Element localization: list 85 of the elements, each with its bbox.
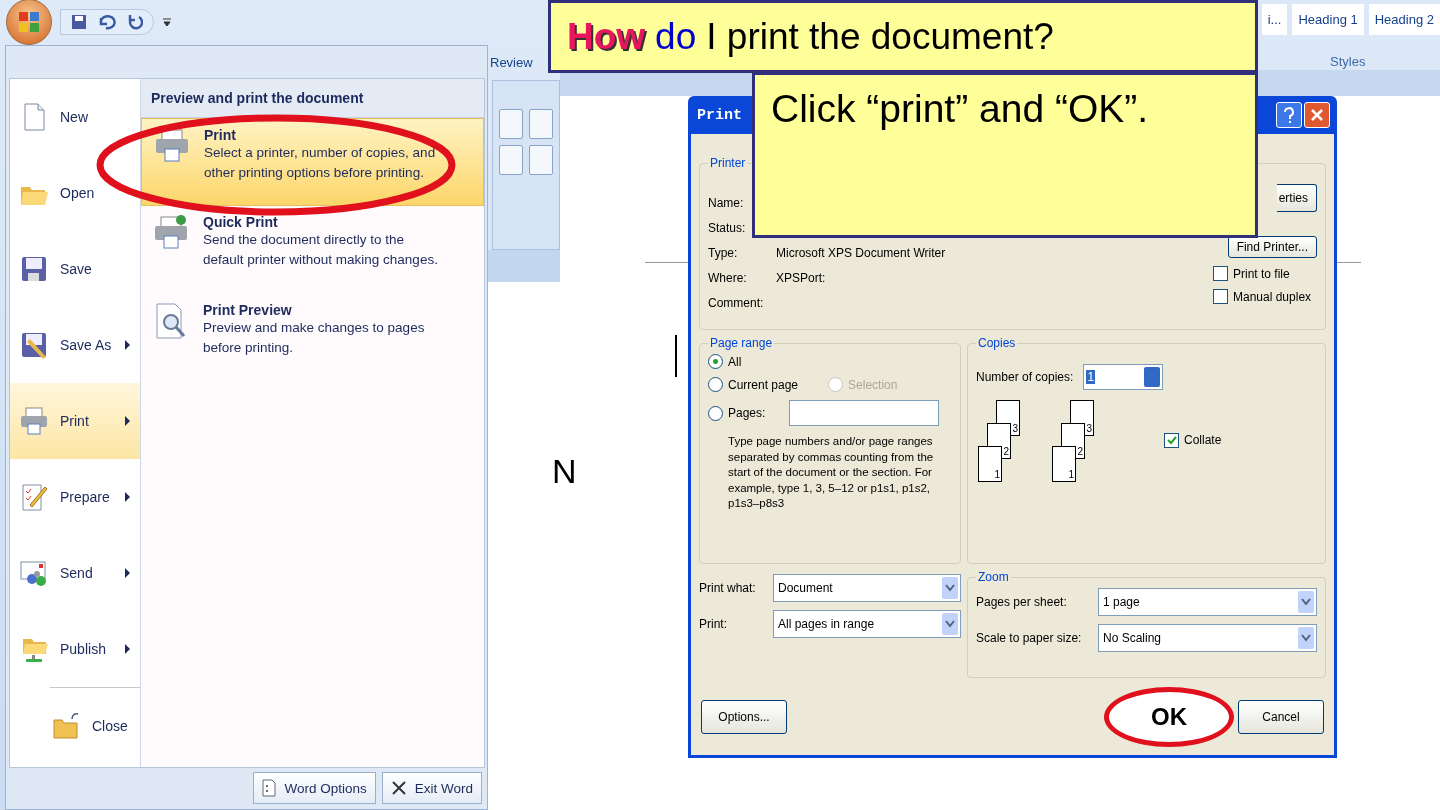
print-option[interactable]: Print Preview Preview and make changes to pages before printing. bbox=[141, 294, 484, 382]
field-label: Number of copies: bbox=[976, 370, 1074, 384]
group-label: Styles bbox=[1330, 54, 1366, 69]
field-value: Microsoft XPS Document Writer bbox=[776, 246, 946, 260]
page-stack-drawing: 3 2 1 bbox=[976, 400, 1020, 480]
checkbox-label: Manual duplex bbox=[1233, 289, 1312, 304]
checkbox-label: Print to file bbox=[1233, 266, 1290, 281]
dropdown[interactable]: No Scaling bbox=[1098, 624, 1317, 652]
print-option[interactable]: Quick Print Send the document directly to the default printer without making changes. bbox=[141, 206, 484, 294]
options-button[interactable]: Options... bbox=[701, 700, 787, 734]
field-label: Pages per sheet: bbox=[976, 595, 1068, 609]
callout-text: I print the document? bbox=[706, 15, 1054, 58]
group-label: Zoom bbox=[977, 570, 1010, 584]
menu-item[interactable]: Print bbox=[10, 383, 140, 459]
menu-item[interactable]: Send bbox=[10, 535, 140, 611]
menu-item[interactable]: Publish bbox=[10, 611, 140, 687]
style-gallery-item[interactable]: i... bbox=[1261, 4, 1288, 35]
dialog-title: Print bbox=[697, 106, 742, 124]
group-label: Copies bbox=[977, 336, 1017, 350]
office-button[interactable] bbox=[6, 0, 52, 45]
dropdown[interactable]: 1 page bbox=[1098, 588, 1317, 616]
radio-label: Selection bbox=[848, 377, 898, 392]
menu-item[interactable]: Open bbox=[10, 155, 140, 231]
radio-button[interactable] bbox=[708, 354, 723, 369]
menu-footer-button[interactable]: Exit Word bbox=[381, 772, 482, 804]
radio-label: Pages: bbox=[728, 406, 766, 420]
field-value: XPSPort: bbox=[776, 271, 826, 285]
menu-item[interactable]: New bbox=[10, 79, 140, 155]
cancel-button[interactable]: Cancel bbox=[1238, 700, 1324, 734]
redo-icon[interactable] bbox=[127, 14, 143, 30]
pages-field[interactable] bbox=[789, 400, 940, 426]
ribbon-tab[interactable]: Review bbox=[490, 55, 533, 70]
menu-item[interactable]: Save As bbox=[10, 307, 140, 383]
field-label: Name: bbox=[708, 196, 745, 210]
close-icon[interactable] bbox=[1304, 102, 1330, 128]
ok-button[interactable]: OK bbox=[1104, 687, 1234, 747]
checkbox[interactable] bbox=[1213, 266, 1228, 281]
ribbon-background bbox=[488, 250, 560, 282]
customize-menu-icon[interactable] bbox=[162, 16, 172, 28]
dialog-button[interactable]: erties bbox=[1276, 184, 1317, 212]
checkbox-label: Collate bbox=[1184, 433, 1222, 447]
document-text: N bbox=[552, 452, 577, 491]
ribbon-icon[interactable] bbox=[529, 145, 553, 175]
radio-label: Current page bbox=[728, 377, 799, 392]
radio-button[interactable] bbox=[708, 405, 723, 421]
menu-item[interactable]: Save bbox=[10, 231, 140, 307]
radio-button[interactable] bbox=[708, 377, 723, 392]
panel-title: Preview and print the document bbox=[141, 79, 484, 118]
style-gallery-item[interactable]: Heading 2 bbox=[1368, 4, 1440, 35]
dialog-button[interactable]: Find Printer... bbox=[1227, 236, 1317, 258]
menu-item[interactable]: Prepare bbox=[10, 459, 140, 535]
callout-text: Click “print” and “OK”. bbox=[771, 87, 1149, 130]
field-label: Status: bbox=[708, 221, 747, 235]
field-label: Comment: bbox=[708, 296, 765, 310]
field-label: Print what: bbox=[699, 581, 757, 595]
group-label: Printer bbox=[709, 156, 747, 170]
options-icon bbox=[262, 779, 277, 797]
close-icon bbox=[390, 780, 407, 796]
field-label: Scale to paper size: bbox=[976, 631, 1083, 645]
menu-item[interactable]: Close bbox=[50, 687, 140, 763]
menu-item-icon bbox=[18, 405, 50, 437]
page-stack-drawing: 3 2 1 bbox=[1050, 400, 1094, 480]
save-icon[interactable] bbox=[71, 14, 87, 30]
menu-footer-button[interactable]: Word Options bbox=[253, 772, 376, 804]
callout-text: do bbox=[655, 15, 697, 58]
ribbon-icon[interactable] bbox=[529, 109, 553, 139]
callout-text: How bbox=[567, 15, 646, 58]
undo-icon[interactable] bbox=[97, 14, 117, 30]
field-label: Where: bbox=[708, 271, 748, 285]
group-label: Page range bbox=[709, 336, 774, 350]
office-logo bbox=[17, 10, 41, 34]
checkbox[interactable] bbox=[1164, 432, 1179, 448]
hint-text: Type page numbers and/or page ranges separated by commas counting from the start of the document or the section. For example, type 1, 3, 5–12 or p1s1, p1s2, p1s3–p8s3 bbox=[727, 434, 935, 512]
field-label: Type: bbox=[708, 246, 739, 260]
ribbon-icon[interactable] bbox=[499, 109, 523, 139]
checkbox[interactable] bbox=[1213, 289, 1228, 304]
dropdown[interactable]: Document bbox=[773, 574, 961, 602]
print-option[interactable]: Print Select a printer, number of copies, and other printing options before printing. bbox=[141, 118, 484, 206]
field-label: Print: bbox=[699, 617, 728, 631]
style-gallery-item[interactable]: Heading 1 bbox=[1292, 4, 1364, 35]
help-icon[interactable] bbox=[1276, 102, 1302, 128]
ribbon-icon[interactable] bbox=[499, 145, 523, 175]
radio-label: All bbox=[728, 354, 742, 369]
dropdown[interactable]: All pages in range bbox=[773, 610, 961, 638]
copies-spinner[interactable]: 1 bbox=[1083, 364, 1164, 390]
